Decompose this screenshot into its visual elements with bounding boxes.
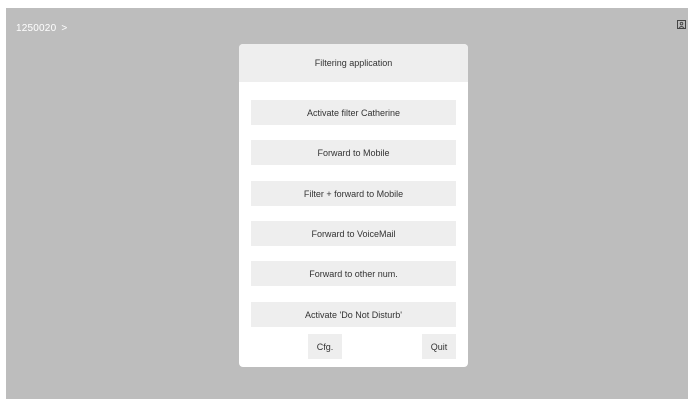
filter-forward-mobile-button[interactable]: Filter + forward to Mobile	[251, 181, 456, 206]
activate-filter-button[interactable]: Activate filter Catherine	[251, 100, 456, 125]
phone-screen: 1250020 > Filtering application Activate…	[6, 8, 688, 399]
forward-to-mobile-button[interactable]: Forward to Mobile	[251, 140, 456, 165]
quit-button[interactable]: Quit	[422, 334, 456, 359]
extension-number: 1250020	[16, 23, 57, 34]
phone-book-icon[interactable]	[677, 20, 686, 29]
forward-to-voicemail-button[interactable]: Forward to VoiceMail	[251, 221, 456, 246]
forward-to-other-number-button[interactable]: Forward to other num.	[251, 261, 456, 286]
config-button[interactable]: Cfg.	[308, 334, 342, 359]
filtering-dialog: Filtering application Activate filter Ca…	[239, 44, 468, 367]
chevron-right-icon: >	[61, 23, 68, 34]
do-not-disturb-button[interactable]: Activate 'Do Not Disturb'	[251, 302, 456, 327]
extension-breadcrumb[interactable]: 1250020 >	[16, 23, 67, 34]
dialog-title: Filtering application	[239, 44, 468, 82]
